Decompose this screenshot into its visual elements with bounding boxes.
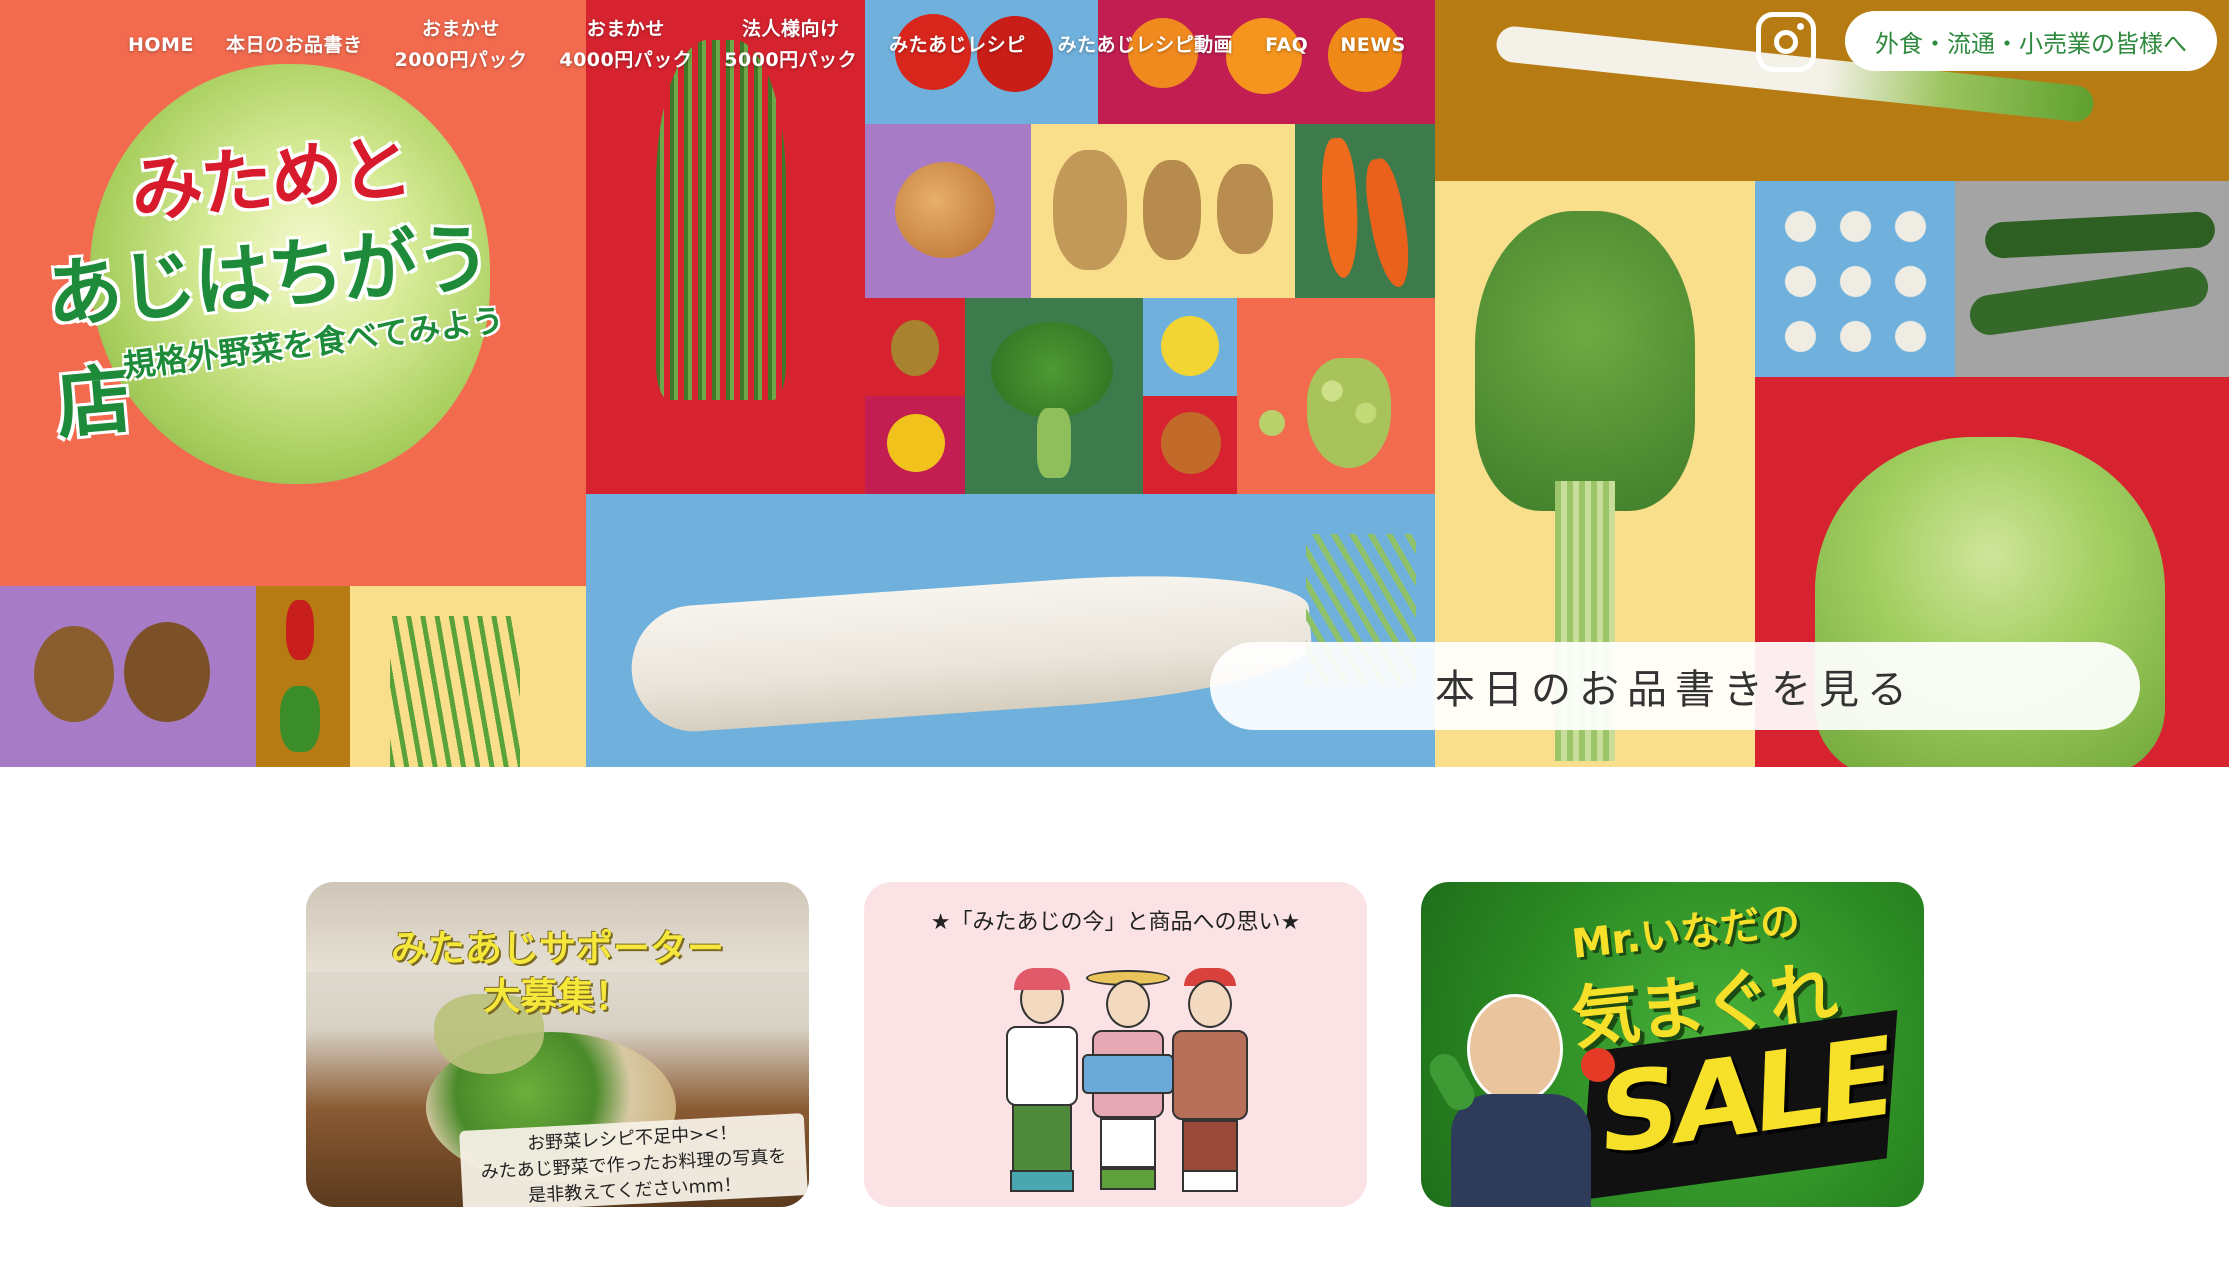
farmer-illustration bbox=[992, 968, 1092, 1194]
broccoli-image bbox=[991, 322, 1113, 418]
business-customers-button[interactable]: 外食・流通・小売業の皆様へ bbox=[1845, 11, 2217, 71]
supporter-title-1: みたあじサポーター bbox=[391, 927, 724, 970]
nav-recipe-videos[interactable]: みたあじレシピ動画 bbox=[1042, 30, 1250, 61]
tile-cucumber bbox=[1955, 181, 2229, 377]
tile-carrot bbox=[1295, 124, 1435, 298]
apple-image bbox=[1161, 412, 1221, 474]
onion-image bbox=[895, 162, 995, 258]
main-nav: HOME 本日のお品書き おまかせ 2000円パック おまかせ 4000円パック… bbox=[112, 14, 1422, 76]
nav-recipes[interactable]: みたあじレシピ bbox=[873, 30, 1042, 61]
garlic-image bbox=[1773, 199, 1937, 359]
instagram-lens bbox=[1774, 30, 1798, 54]
tile-pepper bbox=[256, 586, 350, 767]
cucumber-image bbox=[1984, 211, 2216, 259]
tile-onion bbox=[865, 124, 1031, 298]
tile-pear bbox=[865, 298, 965, 396]
mascot-face-image bbox=[1467, 994, 1563, 1104]
tile-citrus bbox=[865, 396, 965, 494]
potato-image bbox=[1053, 150, 1127, 270]
broccoli-image bbox=[1037, 408, 1071, 478]
sale-banner[interactable]: Mr.いなだの 気まぐれ SALE bbox=[1421, 882, 1924, 1207]
tile-chives bbox=[350, 586, 586, 767]
carrot-image bbox=[1359, 156, 1417, 290]
grape-image bbox=[1259, 410, 1285, 436]
pepper-image bbox=[280, 686, 320, 752]
hero-mosaic: HOME 本日のお品書き おまかせ 2000円パック おまかせ 4000円パック… bbox=[0, 0, 2229, 767]
carrot-image bbox=[1319, 137, 1361, 279]
tile-apple bbox=[1143, 298, 1237, 396]
nav-pack-5000-corporate[interactable]: 法人様向け 5000円パック bbox=[708, 14, 873, 76]
chili-image bbox=[286, 600, 314, 660]
tile-potato bbox=[1031, 124, 1295, 298]
instagram-icon[interactable] bbox=[1756, 12, 1816, 72]
tile-garlic bbox=[1755, 181, 1955, 377]
story-title: ★「みたあじの今」と商品への思い★ bbox=[930, 910, 1301, 935]
chives-image bbox=[390, 616, 520, 767]
pear-image bbox=[891, 320, 939, 376]
nav-todays-menu[interactable]: 本日のお品書き bbox=[210, 30, 379, 61]
nav-faq[interactable]: FAQ bbox=[1249, 30, 1324, 61]
farmer-illustration bbox=[1160, 968, 1260, 1194]
citrus-image bbox=[887, 414, 945, 472]
nav-news[interactable]: NEWS bbox=[1324, 30, 1422, 61]
kiwi-image bbox=[124, 622, 210, 722]
grape-image bbox=[1307, 358, 1391, 468]
supporter-title-2: 大募集！ bbox=[483, 975, 632, 1018]
potato-image bbox=[1217, 164, 1273, 254]
tile-apple-2 bbox=[1143, 396, 1237, 494]
view-todays-menu-button[interactable]: 本日のお品書きを見る bbox=[1210, 642, 2140, 730]
supporter-banner[interactable]: みたあじサポーター 大募集！ お野菜レシピ不足中><！ みたあじ野菜で作ったお料… bbox=[306, 882, 809, 1207]
mascot-suit-image bbox=[1451, 1094, 1591, 1207]
turnip-greens-image bbox=[1475, 211, 1695, 511]
site-logo[interactable]: みためと あじはちがう店 規格外野菜を食べてみよう bbox=[43, 120, 550, 449]
potato-image bbox=[1143, 160, 1201, 260]
kiwi-image bbox=[34, 626, 114, 722]
nav-pack-4000[interactable]: おまかせ 4000円パック bbox=[543, 14, 708, 76]
daikon-image bbox=[627, 562, 1315, 736]
tile-kiwi bbox=[0, 586, 256, 767]
story-banner[interactable]: ★「みたあじの今」と商品への思い★ bbox=[864, 882, 1367, 1207]
tile-grape bbox=[1237, 298, 1435, 494]
tile-broccoli bbox=[965, 298, 1143, 494]
nav-home[interactable]: HOME bbox=[112, 30, 210, 61]
cucumber-image bbox=[1967, 264, 2211, 338]
herb-image bbox=[656, 40, 786, 400]
tomato-mascot-icon bbox=[1581, 1048, 1615, 1082]
instagram-dot bbox=[1797, 23, 1804, 30]
apple-image bbox=[1161, 316, 1219, 376]
page: HOME 本日のお品書き おまかせ 2000円パック おまかせ 4000円パック… bbox=[0, 0, 2229, 1271]
nav-pack-2000[interactable]: おまかせ 2000円パック bbox=[378, 14, 543, 76]
